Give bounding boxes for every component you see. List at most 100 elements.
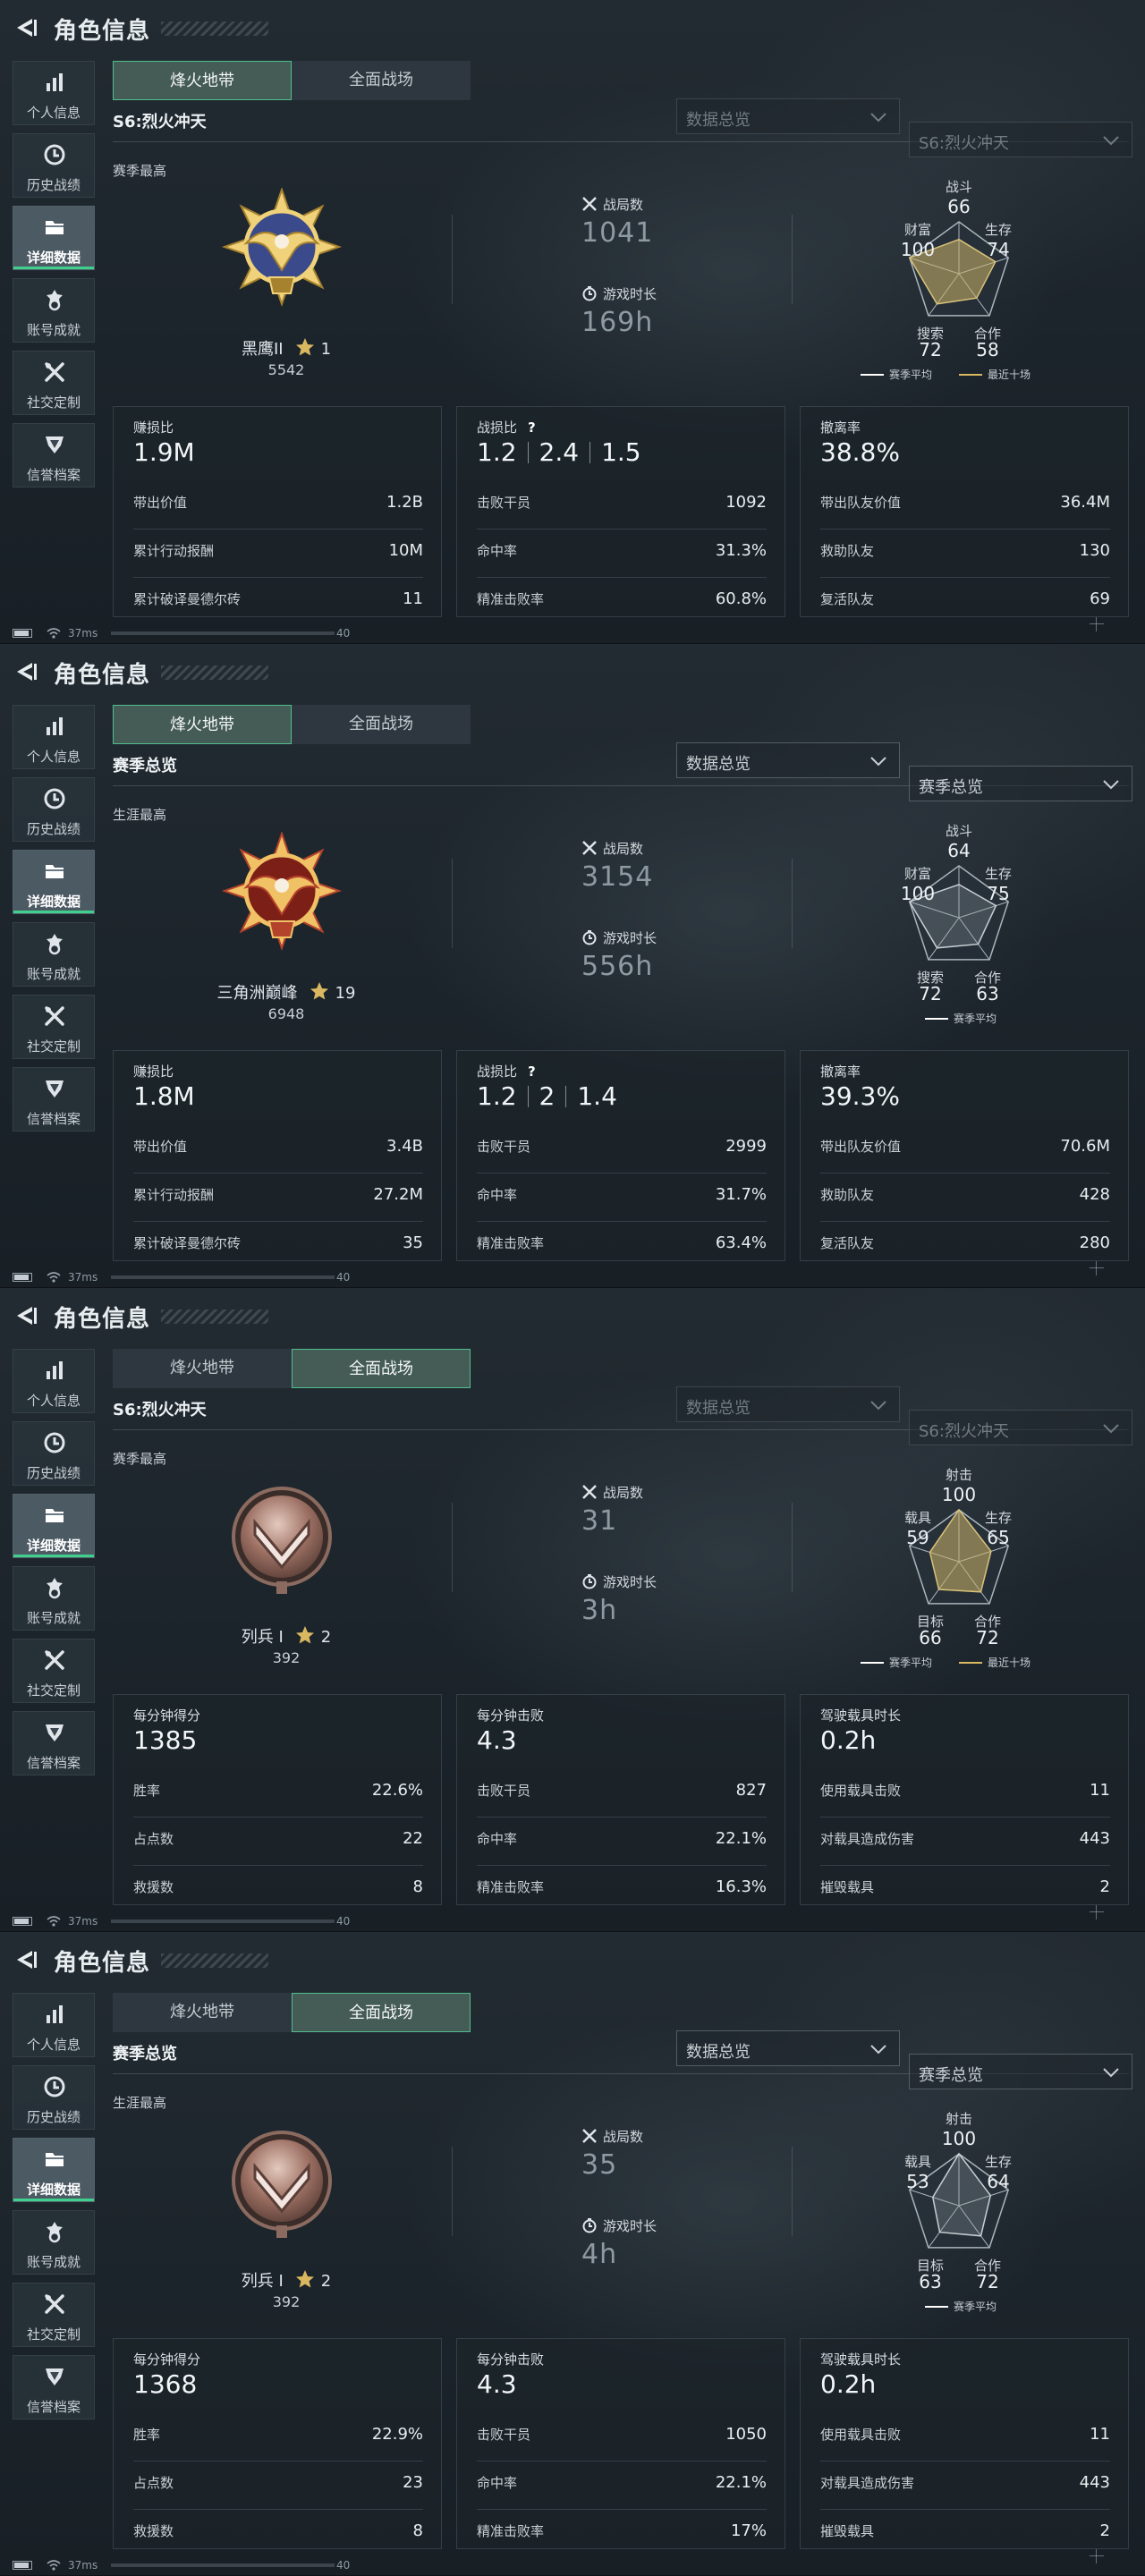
season-dropdown[interactable]: 赛季总览 bbox=[909, 2054, 1132, 2089]
tab-mode-0[interactable]: 烽火地带 bbox=[113, 61, 292, 100]
card-row: 复活队友 280 bbox=[820, 1233, 1110, 1255]
vertical-divider bbox=[792, 2147, 793, 2236]
timer-icon bbox=[581, 1574, 603, 1590]
tools-icon bbox=[43, 1648, 66, 1672]
sidebar-item-tools[interactable]: 社交定制 bbox=[13, 2283, 95, 2347]
row-divider bbox=[477, 2509, 767, 2510]
help-icon[interactable]: ? bbox=[528, 419, 536, 436]
card-row: 胜率 22.9% bbox=[133, 2425, 423, 2446]
medal-icon bbox=[43, 1576, 66, 1599]
season-dropdown[interactable]: S6:烈火冲天 bbox=[909, 1410, 1132, 1445]
row-divider bbox=[477, 529, 767, 530]
card-main-value: 1368 bbox=[133, 2369, 197, 2399]
sidebar-item-folder[interactable]: 详细数据 bbox=[13, 850, 95, 914]
legend-label: 赛季平均 bbox=[889, 1657, 933, 1669]
sidebar-item-shield[interactable]: 信誉档案 bbox=[13, 1711, 95, 1775]
tab-mode-1[interactable]: 全面战场 bbox=[292, 705, 471, 744]
sidebar-item-tools[interactable]: 社交定制 bbox=[13, 1639, 95, 1703]
row-value: 27.2M bbox=[373, 1185, 423, 1204]
ping-value: 37ms bbox=[68, 1915, 98, 1928]
row-value: 827 bbox=[735, 1781, 767, 1800]
screen-panel: 角色信息 个人信息 历史战绩 详细数据 账号成就 社交定制 信誉档案 烽火地带 全面战场 赛季总览… bbox=[0, 1932, 1145, 2576]
data-type-dropdown[interactable]: 数据总览 bbox=[676, 2030, 900, 2066]
tab-mode-0[interactable]: 烽火地带 bbox=[113, 1993, 292, 2032]
help-icon[interactable]: ? bbox=[528, 1063, 536, 1080]
row-label: 胜率 bbox=[133, 2427, 161, 2443]
tab-mode-0[interactable]: 烽火地带 bbox=[113, 705, 292, 744]
sidebar-item-bar-chart[interactable]: 个人信息 bbox=[13, 1349, 95, 1413]
main-value-part: 1.8M bbox=[133, 1081, 195, 1111]
sidebar-item-medal[interactable]: 账号成就 bbox=[13, 278, 95, 343]
season-dropdown[interactable]: 赛季总览 bbox=[909, 766, 1132, 801]
sidebar-item-medal[interactable]: 账号成就 bbox=[13, 922, 95, 987]
sidebar-item-folder[interactable]: 详细数据 bbox=[13, 1494, 95, 1558]
sidebar-item-bar-chart[interactable]: 个人信息 bbox=[13, 61, 95, 125]
folder-icon bbox=[43, 216, 66, 239]
season-dropdown[interactable]: S6:烈火冲天 bbox=[909, 122, 1132, 157]
sidebar-item-clock[interactable]: 历史战绩 bbox=[13, 133, 95, 198]
sidebar-item-tools[interactable]: 社交定制 bbox=[13, 351, 95, 415]
tools-icon bbox=[43, 1004, 66, 1028]
card-row: 摧毁载具 2 bbox=[820, 2521, 1110, 2543]
radar-axis-label: 载具 bbox=[904, 2154, 931, 2170]
back-button[interactable] bbox=[13, 658, 39, 685]
data-type-dropdown[interactable]: 数据总览 bbox=[676, 98, 900, 134]
row-value: 2 bbox=[1099, 2521, 1110, 2540]
back-button[interactable] bbox=[13, 1946, 39, 1973]
row-value: 2 bbox=[1099, 1877, 1110, 1896]
radar-axis-label: 生存 bbox=[985, 2154, 1012, 2170]
data-type-dropdown[interactable]: 数据总览 bbox=[676, 742, 900, 778]
sidebar-item-tools[interactable]: 社交定制 bbox=[13, 995, 95, 1059]
back-arrow-icon bbox=[17, 19, 37, 37]
star-icon bbox=[294, 336, 316, 358]
row-value: 17% bbox=[730, 2521, 767, 2540]
wifi-icon bbox=[47, 627, 61, 640]
sidebar-item-bar-chart[interactable]: 个人信息 bbox=[13, 1993, 95, 2057]
card-title: 战损比? bbox=[477, 418, 536, 436]
sidebar-item-folder[interactable]: 详细数据 bbox=[13, 2138, 95, 2202]
playtime-value: 556h bbox=[581, 951, 654, 982]
card-row: 带出队友价值 70.6M bbox=[820, 1137, 1110, 1158]
back-button[interactable] bbox=[13, 14, 39, 41]
battery-icon bbox=[13, 2561, 32, 2570]
title-decoration bbox=[161, 1953, 268, 1968]
legend-swatch bbox=[959, 374, 983, 376]
sidebar-item-clock[interactable]: 历史战绩 bbox=[13, 1421, 95, 1486]
row-label: 精准击败率 bbox=[477, 591, 545, 607]
tab-mode-1[interactable]: 全面战场 bbox=[292, 61, 471, 100]
playtime-value: 3h bbox=[581, 1595, 618, 1626]
row-label: 摧毁载具 bbox=[820, 2523, 875, 2539]
sidebar-item-shield[interactable]: 信誉档案 bbox=[13, 2355, 95, 2419]
best-rank-label: 生涯最高 bbox=[113, 2095, 167, 2111]
back-button[interactable] bbox=[13, 1302, 39, 1329]
sidebar-item-medal[interactable]: 账号成就 bbox=[13, 2210, 95, 2275]
row-label: 救援数 bbox=[133, 1879, 174, 1895]
sidebar-item-clock[interactable]: 历史战绩 bbox=[13, 2065, 95, 2130]
tab-mode-1[interactable]: 全面战场 bbox=[292, 1349, 471, 1388]
sidebar-item-shield[interactable]: 信誉档案 bbox=[13, 1067, 95, 1131]
row-divider bbox=[477, 1865, 767, 1866]
ping-value: 37ms bbox=[68, 1271, 98, 1284]
row-divider bbox=[133, 2509, 423, 2510]
sidebar-item-clock[interactable]: 历史战绩 bbox=[13, 777, 95, 842]
row-divider bbox=[133, 2461, 423, 2462]
row-value: 2999 bbox=[725, 1137, 767, 1156]
tab-mode-1[interactable]: 全面战场 bbox=[292, 1993, 471, 2032]
legend-item: 赛季平均 bbox=[861, 1655, 932, 1670]
rank-medal-icon bbox=[219, 186, 344, 313]
legend-item: 最近十场 bbox=[959, 367, 1030, 382]
sidebar-item-folder[interactable]: 详细数据 bbox=[13, 206, 95, 270]
data-type-dropdown[interactable]: 数据总览 bbox=[676, 1386, 900, 1422]
main-value-part: 4.3 bbox=[477, 1725, 517, 1755]
sidebar-item-medal[interactable]: 账号成就 bbox=[13, 1566, 95, 1631]
radar-axis-label: 财富 bbox=[904, 866, 931, 882]
sidebar-item-label: 信誉档案 bbox=[26, 2399, 81, 2415]
card-main-value: 39.3% bbox=[820, 1081, 900, 1111]
card-title: 撤离率 bbox=[820, 1062, 861, 1080]
row-divider bbox=[133, 1173, 423, 1174]
row-label: 救援数 bbox=[133, 2523, 174, 2539]
tab-mode-0[interactable]: 烽火地带 bbox=[113, 1349, 292, 1388]
sidebar-item-bar-chart[interactable]: 个人信息 bbox=[13, 705, 95, 769]
sidebar-item-shield[interactable]: 信誉档案 bbox=[13, 423, 95, 487]
card-title-text: 每分钟击败 bbox=[477, 2351, 545, 2368]
